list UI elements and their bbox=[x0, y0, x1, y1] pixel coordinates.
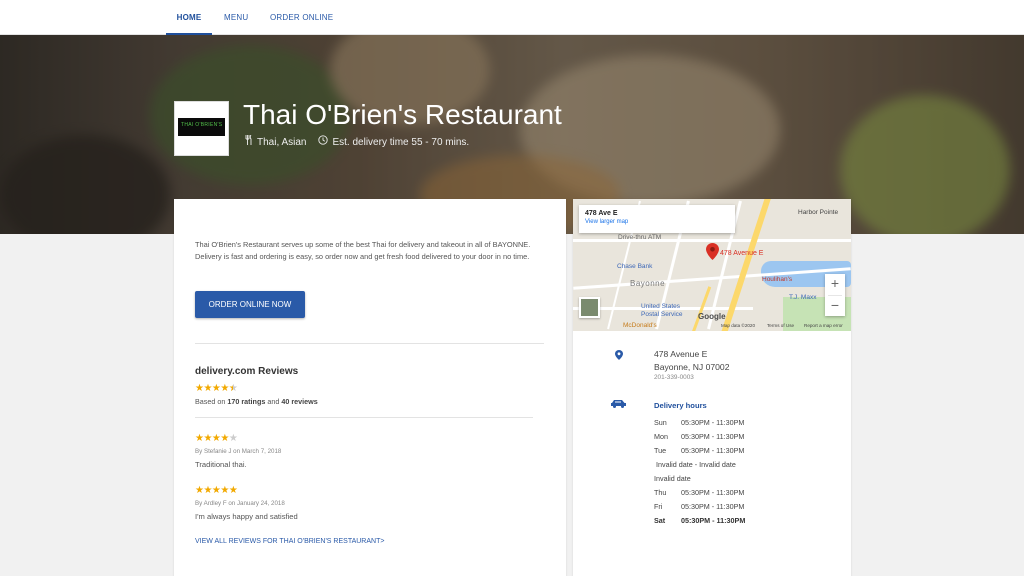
restaurant-logo: THAI O'BRIEN'S bbox=[174, 101, 229, 156]
map[interactable]: Harbor Pointe Drive-thru ATM Chase Bank … bbox=[573, 199, 851, 331]
tab-order-online[interactable]: ORDER ONLINE bbox=[270, 0, 333, 35]
satellite-toggle[interactable] bbox=[579, 297, 600, 318]
hours-row: Sun 05:30PM - 11:30PM bbox=[654, 418, 745, 427]
map-label: Drive-thru ATM bbox=[618, 234, 662, 241]
review-author: By Ardley F on January 24, 2018 bbox=[195, 500, 285, 507]
review-stars: ★★★★★ bbox=[195, 433, 238, 444]
location-pin-icon bbox=[615, 350, 623, 360]
order-online-now-button[interactable]: ORDER ONLINE NOW bbox=[195, 291, 305, 318]
address-city: Bayonne, NJ 07002 bbox=[654, 362, 730, 372]
view-all-reviews-link[interactable]: VIEW ALL REVIEWS FOR THAI O'BRIEN'S REST… bbox=[195, 538, 384, 545]
restaurant-meta: Thai, Asian Est. delivery time 55 - 70 m… bbox=[243, 134, 470, 148]
google-logo: Google bbox=[698, 312, 726, 321]
zoom-control: + − bbox=[825, 274, 845, 316]
reviews-heading: delivery.com Reviews bbox=[195, 366, 299, 377]
hours-row: Invalid date bbox=[654, 474, 691, 483]
zoom-in-button[interactable]: + bbox=[825, 274, 845, 295]
map-label: Houlihan's bbox=[762, 276, 793, 283]
restaurant-title: Thai O'Brien's Restaurant bbox=[243, 99, 562, 130]
map-label: United States bbox=[641, 303, 681, 310]
map-pin-icon[interactable] bbox=[706, 243, 719, 260]
map-address: 478 Ave E bbox=[585, 210, 618, 217]
map-label: McDonald's bbox=[623, 322, 657, 329]
tab-menu[interactable]: MENU bbox=[224, 0, 248, 35]
delivery-hours-title: Delivery hours bbox=[654, 401, 707, 410]
report-map-error-link[interactable]: Report a map error bbox=[804, 323, 843, 328]
hours-row: Fri 05:30PM - 11:30PM bbox=[654, 502, 745, 511]
review-text: Traditional thai. bbox=[195, 460, 247, 469]
terms-link[interactable]: Terms of Use bbox=[767, 323, 794, 328]
zoom-out-button[interactable]: − bbox=[825, 296, 845, 317]
tab-home[interactable]: HOME bbox=[166, 0, 212, 35]
hours-row: Invalid date - Invalid date bbox=[656, 460, 736, 469]
divider bbox=[195, 417, 533, 418]
map-label: Bayonne bbox=[630, 279, 666, 288]
map-label: Chase Bank bbox=[617, 263, 653, 270]
map-label: Harbor Pointe bbox=[798, 209, 839, 216]
hours-row: Tue 05:30PM - 11:30PM bbox=[654, 446, 745, 455]
map-label: Postal Service bbox=[641, 311, 683, 318]
address-street: 478 Avenue E bbox=[654, 349, 708, 359]
pin-label: 478 Avenue E bbox=[720, 250, 764, 257]
divider bbox=[195, 343, 544, 344]
hours-row: Thu 05:30PM - 11:30PM bbox=[654, 488, 745, 497]
map-info-box: 478 Ave E View larger map bbox=[579, 205, 735, 233]
review-author: By Stefanie J on March 7, 2018 bbox=[195, 448, 282, 455]
about-text: Thai O'Brien's Restaurant serves up some… bbox=[195, 240, 531, 261]
rating-summary: Based on 170 ratings and 40 reviews bbox=[195, 397, 318, 406]
cuisine-text: Thai, Asian bbox=[257, 137, 307, 148]
top-nav: HOME MENU ORDER ONLINE bbox=[0, 0, 1024, 35]
map-data-text: Map data ©2020 bbox=[721, 323, 756, 328]
clock-icon bbox=[318, 135, 329, 148]
hours-row-today: Sat 05:30PM - 11:30PM bbox=[654, 516, 746, 525]
hours-row: Mon 05:30PM - 11:30PM bbox=[654, 432, 745, 441]
info-card: Thai O'Brien's Restaurant serves up some… bbox=[174, 199, 566, 576]
logo-text: THAI O'BRIEN'S bbox=[181, 122, 223, 128]
review-stars: ★★★★★ bbox=[195, 485, 238, 496]
map-label: T.J. Maxx bbox=[789, 294, 817, 301]
phone-number: 201-339-0003 bbox=[654, 374, 694, 381]
view-larger-map-link[interactable]: View larger map bbox=[585, 219, 729, 225]
review-text: I'm always happy and satisfied bbox=[195, 512, 298, 521]
car-icon bbox=[611, 400, 626, 408]
overall-rating-stars: ★★★★★★ bbox=[195, 383, 238, 394]
delivery-estimate: Est. delivery time 55 - 70 mins. bbox=[332, 137, 470, 148]
fork-knife-icon bbox=[243, 134, 253, 148]
location-card: Harbor Pointe Drive-thru ATM Chase Bank … bbox=[573, 199, 851, 576]
